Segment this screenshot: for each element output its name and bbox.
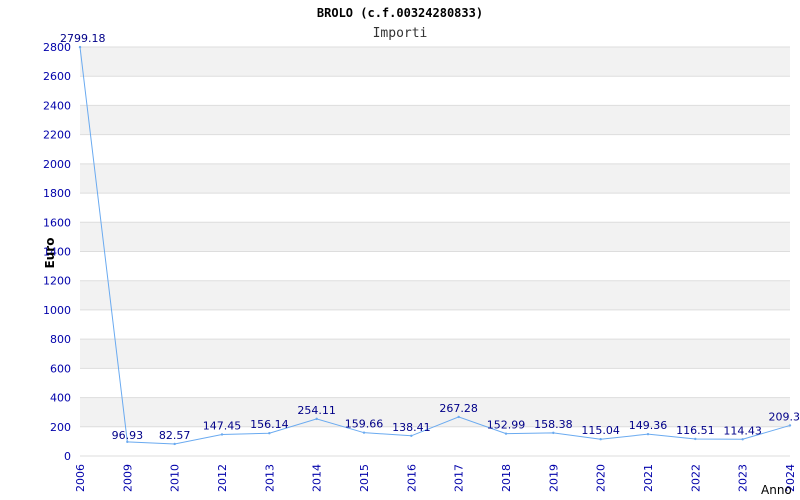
data-label: 147.45 <box>203 419 242 432</box>
data-point <box>315 417 318 421</box>
data-label: 267.28 <box>439 402 478 415</box>
grid-band <box>80 105 790 135</box>
grid-band <box>80 134 790 164</box>
grid-bands <box>80 46 790 457</box>
x-tick-label: 2018 <box>500 464 513 492</box>
grid-band <box>80 309 790 340</box>
data-label: 2799.18 <box>60 32 106 45</box>
y-tick-label: 2200 <box>43 129 71 142</box>
grid-band <box>80 368 790 398</box>
data-label: 152.99 <box>487 419 526 432</box>
grid-band <box>80 76 790 106</box>
data-label: 149.36 <box>629 419 668 432</box>
y-tick-label: 1200 <box>43 275 71 288</box>
x-tick-label: 2012 <box>216 464 229 492</box>
y-tick-label: 2400 <box>43 99 71 112</box>
data-label: 96.93 <box>112 429 144 442</box>
data-point <box>78 45 82 49</box>
data-point <box>694 437 697 441</box>
x-tick-label: 2021 <box>642 464 655 492</box>
data-label: 158.38 <box>534 418 573 431</box>
chart-subtitle: Importi <box>373 26 428 41</box>
x-tick-label: 2022 <box>689 464 702 492</box>
x-tick-label: 2023 <box>737 464 750 492</box>
x-tick-label: 2009 <box>121 464 134 492</box>
data-label: 156.14 <box>250 418 289 431</box>
x-tick-label: 2010 <box>169 464 182 492</box>
data-point <box>220 433 224 436</box>
grid-band <box>80 339 790 369</box>
grid-band <box>80 193 790 223</box>
chart-svg: BROLO (c.f.00324280833) Importi 0 200 400 6… <box>43 6 800 497</box>
data-label: 115.04 <box>581 424 620 437</box>
grid-band <box>80 397 790 427</box>
x-tick-label: 2015 <box>358 464 371 492</box>
y-tick-label: 800 <box>50 333 71 346</box>
chart: BROLO (c.f.00324280833) Importi 0 200 400 6… <box>0 0 800 500</box>
data-point <box>599 437 602 441</box>
x-tick-label: 2014 <box>311 464 324 492</box>
data-label: 254.11 <box>297 404 336 417</box>
grid-band <box>80 222 790 252</box>
data-point <box>552 431 555 435</box>
data-label: 138.41 <box>392 421 431 434</box>
grid-band <box>80 47 790 77</box>
x-tick-label: 2013 <box>263 464 276 492</box>
y-axis-label: Euro <box>43 238 57 269</box>
grid-band <box>80 280 790 310</box>
x-tick-label: 2006 <box>74 464 87 492</box>
y-tick-label: 1800 <box>43 187 71 200</box>
x-axis: 2006 2009 2010 2012 2013 2014 2015 2016 2017 2018… <box>74 464 797 492</box>
data-point <box>410 434 413 437</box>
data-label: 114.43 <box>723 424 762 437</box>
y-tick-label: 400 <box>50 392 71 405</box>
y-tick-label: 2000 <box>43 158 71 171</box>
y-tick-label: 0 <box>64 450 71 463</box>
data-point <box>268 431 271 435</box>
y-tick-label: 1000 <box>43 304 71 317</box>
data-point <box>646 432 650 436</box>
x-tick-label: 2019 <box>547 464 560 492</box>
data-point <box>173 442 176 446</box>
data-point <box>788 424 792 427</box>
y-tick-label: 2600 <box>43 70 71 83</box>
data-point <box>504 432 508 435</box>
x-axis-label: Anno <box>761 483 792 497</box>
x-tick-label: 2017 <box>453 464 466 492</box>
y-tick-label: 200 <box>50 421 71 434</box>
data-label: 82.57 <box>159 429 191 442</box>
data-point <box>362 431 366 434</box>
data-label: 209.3 <box>769 410 800 423</box>
data-label: 116.51 <box>676 424 715 437</box>
data-label: 159.66 <box>345 418 384 431</box>
x-tick-label: 2020 <box>595 464 608 492</box>
y-tick-label: 600 <box>50 362 71 375</box>
data-point <box>457 415 460 419</box>
grid-band <box>80 163 790 194</box>
y-tick-label: 1600 <box>43 216 71 229</box>
chart-title: BROLO (c.f.00324280833) <box>317 6 483 20</box>
data-point <box>741 438 744 441</box>
x-tick-label: 2016 <box>405 464 418 492</box>
grid-band <box>80 251 790 281</box>
